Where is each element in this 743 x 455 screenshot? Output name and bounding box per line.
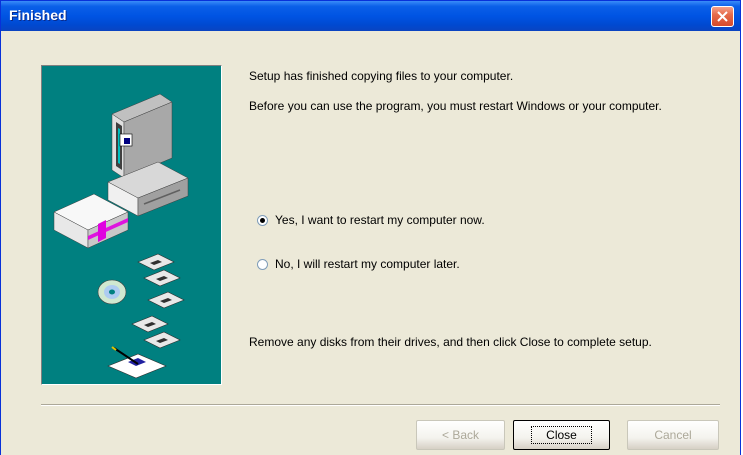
button-separator (41, 404, 720, 406)
setup-illustration (41, 65, 222, 385)
close-icon (717, 11, 728, 22)
radio-restart-later-button[interactable] (257, 258, 268, 270)
title-bar[interactable]: Finished (1, 1, 740, 31)
setup-dialog-window: Finished Setup has finished copying file… (0, 0, 741, 455)
window-title: Finished (9, 7, 67, 23)
radio-restart-now-button[interactable] (257, 214, 268, 226)
restart-required-text: Before you can use the program, you must… (249, 99, 662, 113)
title-close-button[interactable] (711, 6, 734, 27)
close-button-label: Close (531, 426, 592, 444)
back-button[interactable]: < Back (416, 420, 505, 450)
remove-disks-instruction: Remove any disks from their drives, and … (249, 335, 652, 349)
radio-restart-later-label[interactable]: No, I will restart my computer later. (275, 257, 460, 271)
dialog-client-area: Setup has finished copying files to your… (5, 31, 736, 455)
radio-restart-now[interactable]: Yes, I want to restart my computer now. (257, 213, 485, 227)
computer-disks-illustration (53, 93, 189, 379)
cancel-button[interactable]: Cancel (627, 420, 719, 450)
close-button[interactable]: Close (513, 420, 610, 450)
finished-copying-text: Setup has finished copying files to your… (249, 69, 514, 83)
radio-restart-now-label[interactable]: Yes, I want to restart my computer now. (275, 213, 485, 227)
radio-restart-later[interactable]: No, I will restart my computer later. (257, 257, 460, 271)
